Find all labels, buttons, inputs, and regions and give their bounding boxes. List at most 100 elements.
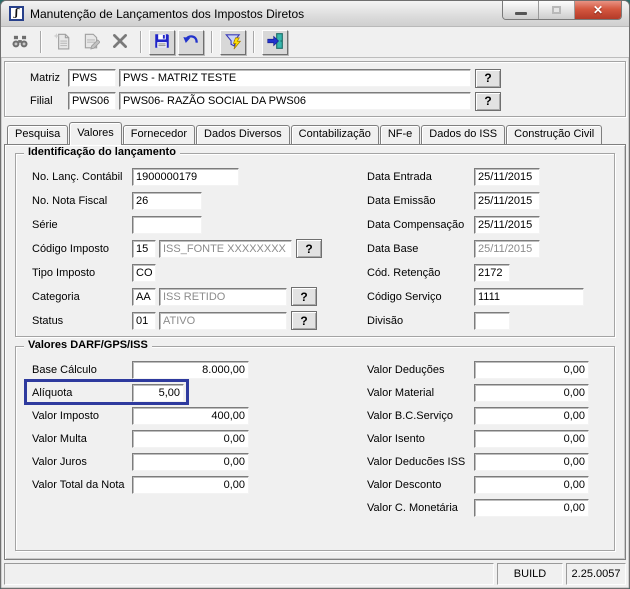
matriz-lookup-button[interactable]: ?: [475, 68, 501, 88]
maximize-button[interactable]: [539, 1, 575, 19]
tab-pesquisa[interactable]: Pesquisa: [7, 125, 69, 144]
delete-button[interactable]: [107, 30, 133, 55]
new-button[interactable]: [49, 30, 75, 55]
status-build-panel: BUILD: [497, 563, 563, 585]
value-field[interactable]: 26: [132, 191, 202, 210]
field-row: Alíquota 5,00: [24, 379, 367, 405]
save-floppy-icon: [153, 32, 171, 53]
field-label: Valor Juros: [32, 455, 87, 468]
tab-contabiliza-o[interactable]: Contabilização: [290, 125, 379, 144]
group-valores-legend: Valores DARF/GPS/ISS: [24, 339, 152, 351]
status-message-panel: [4, 563, 494, 585]
field-row: Data Emissão 25/11/2015: [367, 191, 614, 210]
new-document-icon: [53, 32, 71, 53]
field-label: Cód. Retenção: [367, 266, 441, 279]
code-field[interactable]: 01: [132, 311, 156, 330]
tab-constru-o-civil[interactable]: Construção Civil: [506, 125, 603, 144]
field-label: Base Cálculo: [32, 363, 97, 376]
field-label: Código Imposto: [32, 242, 110, 255]
field-row: Valor Juros 0,00: [32, 452, 367, 471]
maximize-icon: [552, 6, 561, 14]
value-field[interactable]: 0,00: [474, 429, 589, 448]
caption-buttons: ✕: [502, 1, 622, 20]
lookup-help-button[interactable]: ?: [296, 239, 322, 258]
field-label: Valor Desconto: [367, 478, 442, 491]
value-field[interactable]: 0,00: [474, 360, 589, 379]
save-button[interactable]: [149, 29, 175, 55]
field-row: Valor Desconto 0,00: [367, 475, 614, 494]
matriz-code-field[interactable]: PWS: [68, 69, 116, 87]
code-field[interactable]: AA: [132, 287, 156, 306]
field-row: Data Base 25/11/2015: [367, 239, 614, 258]
tab-valores[interactable]: Valores: [69, 122, 122, 145]
field-label: Valor Deducões ISS: [367, 455, 466, 468]
field-row: Valor C. Monetária 0,00: [367, 498, 614, 517]
filial-row: Filial PWS06 PWS06- RAZÃO SOCIAL DA PWS0…: [5, 91, 625, 111]
value-field[interactable]: 25/11/2015: [474, 191, 540, 210]
field-label: Valor Multa: [32, 432, 87, 445]
field-row: Valor Deducões ISS 0,00: [367, 452, 614, 471]
field-label: Data Compensação: [367, 218, 465, 231]
tab-panel-valores: Identificação do lançamento No. Lanç. Co…: [4, 144, 626, 560]
value-field[interactable]: [132, 215, 202, 234]
undo-arrow-icon: [182, 32, 200, 53]
code-field[interactable]: CO: [132, 263, 156, 282]
value-field[interactable]: 1111: [474, 287, 584, 306]
value-field[interactable]: 0,00: [474, 452, 589, 471]
close-button[interactable]: ✕: [575, 1, 621, 19]
close-icon: ✕: [592, 3, 604, 17]
matriz-row: Matriz PWS PWS - MATRIZ TESTE ?: [5, 68, 625, 88]
minimize-button[interactable]: [503, 1, 539, 19]
toolbar-separator: [140, 31, 142, 53]
tab-dados-diversos[interactable]: Dados Diversos: [196, 125, 290, 144]
valores-right-column: Valor Deduções 0,00 Valor Material 0,00 Valo…: [367, 360, 614, 521]
description-field[interactable]: ISS RETIDO: [159, 287, 287, 306]
tab-dados-do-iss[interactable]: Dados do ISS: [421, 125, 506, 144]
description-field[interactable]: ISS_FONTE XXXXXXXX: [159, 239, 292, 258]
value-field[interactable]: 400,00: [132, 406, 249, 425]
value-field[interactable]: 2172: [474, 263, 510, 282]
matriz-description-field[interactable]: PWS - MATRIZ TESTE: [119, 69, 471, 87]
value-field[interactable]: 0,00: [474, 383, 589, 402]
value-field[interactable]: 0,00: [474, 406, 589, 425]
status-bar: BUILD 2.25.0057: [4, 563, 626, 585]
filial-lookup-button[interactable]: ?: [475, 91, 501, 111]
lookup-help-button[interactable]: ?: [291, 311, 317, 330]
value-field[interactable]: 0,00: [132, 475, 249, 494]
find-button[interactable]: [7, 30, 33, 55]
group-identificacao: Identificação do lançamento No. Lanç. Co…: [15, 146, 615, 337]
exit-button[interactable]: [262, 29, 288, 55]
field-label: Valor C. Monetária: [367, 501, 458, 514]
field-row: Valor Imposto 400,00: [32, 406, 367, 425]
edit-button[interactable]: [78, 30, 104, 55]
lookup-help-button[interactable]: ?: [291, 287, 317, 306]
value-field[interactable]: 1900000179: [132, 167, 239, 186]
value-field[interactable]: [474, 311, 510, 330]
value-field[interactable]: 0,00: [132, 452, 249, 471]
field-label: Código Serviço: [367, 290, 442, 303]
value-field[interactable]: 5,00: [132, 383, 184, 402]
value-field[interactable]: 8.000,00: [132, 360, 249, 379]
field-row: Status 01 ATIVO?: [32, 311, 367, 330]
field-label: Série: [32, 218, 58, 231]
field-row: Data Compensação 25/11/2015: [367, 215, 614, 234]
value-field[interactable]: 0,00: [474, 475, 589, 494]
value-field[interactable]: 25/11/2015: [474, 215, 540, 234]
tab-nf-e[interactable]: NF-e: [379, 125, 421, 144]
filial-description-field[interactable]: PWS06- RAZÃO SOCIAL DA PWS06: [119, 92, 471, 110]
undo-button[interactable]: [178, 29, 204, 55]
matriz-label: Matriz: [30, 72, 60, 84]
value-field[interactable]: 0,00: [474, 498, 589, 517]
field-label: No. Lanç. Contábil: [32, 170, 123, 183]
field-label: Alíquota: [32, 386, 73, 399]
description-field[interactable]: ATIVO: [159, 311, 287, 330]
value-field[interactable]: 0,00: [132, 429, 249, 448]
filial-code-field[interactable]: PWS06: [68, 92, 116, 110]
filter-button[interactable]: [220, 29, 246, 55]
value-field[interactable]: 25/11/2015: [474, 167, 540, 186]
window-title: Manutenção de Lançamentos dos Impostos D…: [30, 6, 305, 21]
code-field[interactable]: 15: [132, 239, 156, 258]
field-row: Valor Material 0,00: [367, 383, 614, 402]
field-label: Divisão: [367, 314, 404, 327]
tab-fornecedor[interactable]: Fornecedor: [122, 125, 196, 144]
